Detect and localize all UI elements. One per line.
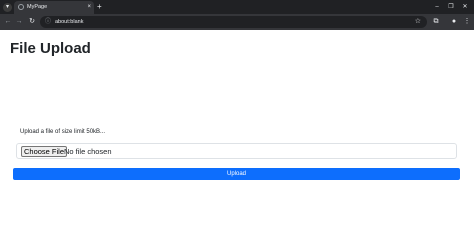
tab-strip: ▾ MyPage × + – ❐ ✕ — [0, 0, 474, 14]
url-text[interactable]: about:blank — [55, 17, 83, 27]
tab-search-icon[interactable]: ▾ — [3, 3, 12, 12]
page-title: File Upload — [10, 40, 91, 57]
upload-label: Upload a file of size limit 50kB... — [20, 129, 106, 135]
reload-icon[interactable]: ↻ — [27, 17, 37, 27]
no-file-chosen-text: No file chosen — [64, 147, 112, 156]
new-tab-button[interactable]: + — [97, 2, 102, 12]
tab-mypage[interactable]: MyPage × — [14, 1, 94, 14]
maximize-button[interactable]: ❐ — [444, 1, 458, 13]
file-input[interactable]: Choose File No file chosen — [16, 143, 457, 159]
page-content: File Upload Upload a file of size limit … — [0, 30, 474, 248]
address-bar[interactable]: ⓘ about:blank ☆ — [40, 16, 427, 28]
tab-favicon-icon — [18, 4, 24, 10]
browser-toolbar: ← → ↻ ⓘ about:blank ☆ ⧉ ● ⋮ — [0, 14, 474, 30]
menu-icon[interactable]: ⋮ — [462, 17, 472, 27]
profile-icon[interactable]: ● — [449, 17, 459, 27]
upload-button[interactable]: Upload — [13, 168, 460, 180]
browser-chrome: ▾ MyPage × + – ❐ ✕ ← → ↻ ⓘ about:blank ☆… — [0, 0, 474, 30]
tab-close-icon[interactable]: × — [87, 3, 91, 12]
tab-title: MyPage — [27, 4, 48, 10]
minimize-button[interactable]: – — [430, 1, 444, 13]
choose-file-button[interactable]: Choose File — [21, 146, 68, 157]
close-window-button[interactable]: ✕ — [458, 1, 472, 13]
extensions-icon[interactable]: ⧉ — [431, 17, 441, 27]
forward-icon[interactable]: → — [14, 17, 24, 27]
site-info-icon[interactable]: ⓘ — [45, 17, 51, 27]
back-icon[interactable]: ← — [3, 17, 13, 27]
bookmark-star-icon[interactable]: ☆ — [415, 17, 421, 27]
